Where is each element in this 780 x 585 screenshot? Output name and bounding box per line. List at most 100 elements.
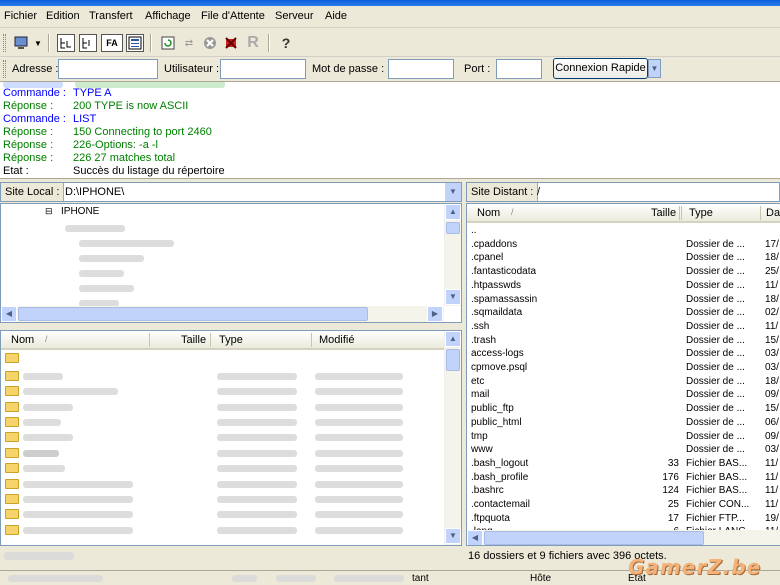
scroll-down-icon[interactable]: ▼: [445, 289, 461, 305]
table-row[interactable]: ..: [471, 225, 780, 238]
table-row[interactable]: www Dossier de ... 03/: [471, 444, 780, 457]
menu-transfert[interactable]: Transfert: [89, 10, 133, 22]
local-list-vscroll[interactable]: ▲ ▼: [444, 331, 461, 545]
local-path-input[interactable]: D:\IPHONE\: [65, 183, 124, 201]
menu-fichier[interactable]: Fichier: [4, 10, 37, 22]
tree-item[interactable]: [79, 285, 134, 292]
help-icon[interactable]: ?: [275, 32, 297, 54]
scroll-down-icon[interactable]: ▼: [445, 528, 461, 544]
tree-item[interactable]: [65, 225, 125, 232]
message-log[interactable]: Commande : TYPE A Réponse :200 TYPE is no…: [0, 82, 780, 179]
scroll-up-icon[interactable]: ▲: [445, 204, 461, 220]
menu-serveur[interactable]: Serveur: [275, 10, 314, 22]
parent-folder-icon[interactable]: [5, 353, 19, 363]
table-row[interactable]: cpmove.psql Dossier de ... 03/: [471, 362, 780, 375]
queue-column-host[interactable]: Hôte: [530, 573, 551, 584]
dropdown-arrow-icon[interactable]: ▼: [33, 32, 43, 54]
file-date: 09/: [765, 389, 779, 401]
local-file-list[interactable]: Nom / Taille Type Modifié ▲ ▼: [0, 330, 462, 546]
quick-connect-button[interactable]: Connexion Rapide: [553, 58, 648, 79]
process-queue-icon[interactable]: ⇄: [178, 32, 200, 54]
column-size[interactable]: Taille: [651, 207, 676, 219]
toggle-queue-icon[interactable]: FA: [101, 34, 123, 52]
column-modified[interactable]: Modifié: [319, 334, 354, 346]
cancel-icon[interactable]: [199, 32, 221, 54]
table-row[interactable]: access-logs Dossier de ... 03/: [471, 348, 780, 361]
table-row[interactable]: .contactemail 25 Fichier CON... 11/: [471, 499, 780, 512]
column-name[interactable]: Nom: [11, 334, 34, 346]
toggle-list-icon[interactable]: [126, 34, 144, 52]
local-tree-hscroll[interactable]: ◀ ▶: [1, 306, 444, 322]
table-row[interactable]: public_ftp Dossier de ... 15/: [471, 403, 780, 416]
scroll-thumb[interactable]: [484, 531, 704, 545]
user-input[interactable]: [220, 59, 306, 79]
file-type: Dossier de ...: [686, 307, 745, 319]
tree-item[interactable]: [79, 270, 124, 277]
port-input[interactable]: [496, 59, 542, 79]
remote-path-input[interactable]: /: [537, 183, 540, 201]
local-path-dropdown-icon[interactable]: ▼: [444, 183, 461, 201]
site-manager-icon[interactable]: [12, 32, 34, 54]
table-row[interactable]: public_html Dossier de ... 06/: [471, 417, 780, 430]
table-row[interactable]: .spamassassin Dossier de ... 18/: [471, 294, 780, 307]
scroll-thumb[interactable]: [446, 349, 460, 371]
column-name[interactable]: Nom: [477, 207, 500, 219]
table-row[interactable]: .bash_profile 176 Fichier BAS... 11/: [471, 472, 780, 485]
local-tree-vscroll[interactable]: ▲ ▼: [444, 204, 461, 306]
table-row[interactable]: .trash Dossier de ... 15/: [471, 335, 780, 348]
tree-item-root[interactable]: ⊟ IPHONE: [45, 206, 165, 219]
tree-item[interactable]: [79, 240, 174, 247]
table-row[interactable]: .sqmaildata Dossier de ... 02/: [471, 307, 780, 320]
menu-bar: Fichier Edition Transfert Affichage File…: [0, 6, 780, 28]
table-row[interactable]: etc Dossier de ... 18/: [471, 376, 780, 389]
file-name: .trash: [471, 334, 497, 346]
table-row[interactable]: .fantasticodata Dossier de ... 25/: [471, 266, 780, 279]
scroll-left-icon[interactable]: ◀: [1, 306, 17, 322]
scroll-thumb[interactable]: [446, 222, 460, 234]
menu-affichage[interactable]: Affichage: [145, 10, 191, 22]
file-name: www: [471, 444, 493, 456]
disconnect-icon[interactable]: [220, 32, 242, 54]
file-date: 02/: [765, 307, 779, 319]
table-row[interactable]: .ftpquota 17 Fichier FTP... 19/: [471, 513, 780, 526]
tree-item[interactable]: [79, 255, 144, 262]
table-row[interactable]: .bash_logout 33 Fichier BAS... 11/: [471, 458, 780, 471]
quick-connect-dropdown-icon[interactable]: ▼: [648, 59, 661, 78]
reconnect-icon[interactable]: R: [242, 32, 264, 54]
scroll-left-icon[interactable]: ◀: [467, 530, 483, 545]
refresh-icon[interactable]: [157, 32, 179, 54]
host-input[interactable]: [58, 59, 158, 79]
queue-column-size[interactable]: [232, 575, 257, 582]
toggle-tree-icon[interactable]: [79, 34, 97, 52]
queue-column-remote[interactable]: [334, 575, 404, 582]
file-type: Dossier de ...: [686, 403, 745, 415]
menu-edition[interactable]: Edition: [46, 10, 80, 22]
column-date[interactable]: Da: [766, 207, 780, 219]
menu-aide[interactable]: Aide: [325, 10, 347, 22]
password-input[interactable]: [388, 59, 454, 79]
file-name: cpmove.psql: [471, 362, 528, 373]
scroll-thumb[interactable]: [18, 307, 368, 321]
menu-file-attente[interactable]: File d'Attente: [201, 10, 265, 22]
file-date: 09/: [765, 430, 779, 442]
scroll-up-icon[interactable]: ▲: [445, 331, 461, 347]
column-type[interactable]: Type: [689, 207, 713, 219]
table-row[interactable]: .cpanel Dossier de ... 18/: [471, 252, 780, 265]
table-row[interactable]: tmp Dossier de ... 09/: [471, 431, 780, 444]
table-row[interactable]: mail Dossier de ... 09/: [471, 389, 780, 402]
table-row[interactable]: .htpasswds Dossier de ... 11/: [471, 280, 780, 293]
remote-list-hscroll[interactable]: ◀: [467, 530, 780, 545]
local-tree[interactable]: ⊟ IPHONE ▲ ▼ ◀ ▶: [0, 203, 462, 323]
table-row[interactable]: .ssh Dossier de ... 11/: [471, 321, 780, 334]
table-row[interactable]: .cpaddons Dossier de ... 17/: [471, 239, 780, 252]
queue-column-local[interactable]: [8, 575, 103, 582]
file-date: 19/: [765, 512, 779, 524]
scroll-right-icon[interactable]: ▶: [427, 306, 443, 322]
table-row[interactable]: .bashrc 124 Fichier BAS... 11/: [471, 485, 780, 498]
queue-column-direction[interactable]: [276, 575, 316, 582]
remote-file-list[interactable]: Nom / Taille Type Da .. .cpaddons Dossier …: [466, 203, 780, 546]
column-type[interactable]: Type: [219, 334, 243, 346]
column-size[interactable]: Taille: [181, 334, 206, 346]
toggle-log-icon[interactable]: [57, 34, 75, 52]
remote-site-bar: Site Distant : /: [466, 182, 780, 202]
